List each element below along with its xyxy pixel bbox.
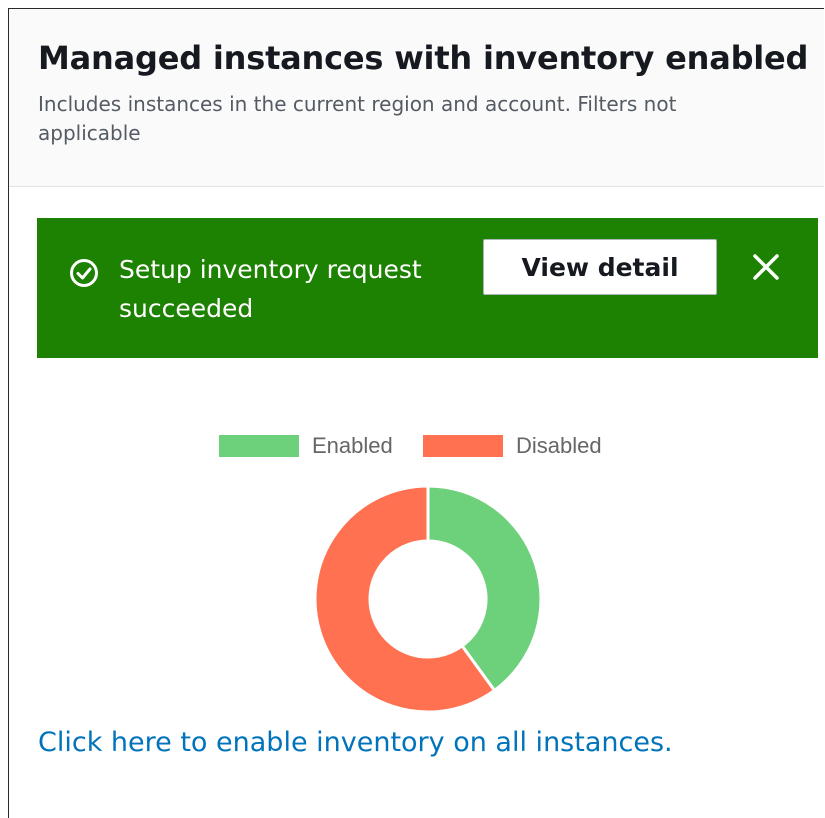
flash-message: Setup inventory request succeeded — [119, 255, 422, 323]
legend-item-disabled[interactable]: Disabled — [423, 433, 602, 459]
legend-label-disabled: Disabled — [516, 433, 602, 458]
close-icon[interactable] — [747, 248, 785, 286]
chart-legend: Enabled Disabled — [9, 433, 824, 459]
panel-header: Managed instances with inventory enabled… — [9, 9, 824, 187]
inventory-panel: Managed instances with inventory enabled… — [8, 8, 824, 818]
legend-label-enabled: Enabled — [312, 433, 393, 458]
success-flash-banner: Setup inventory request succeeded View d… — [37, 218, 818, 358]
inventory-donut-chart — [313, 484, 543, 714]
legend-item-enabled[interactable]: Enabled — [219, 433, 393, 459]
view-detail-button[interactable]: View detail — [483, 239, 717, 295]
panel-description: Includes instances in the current region… — [38, 92, 677, 145]
panel-title: Managed instances with inventory enabled — [38, 39, 809, 77]
legend-swatch-enabled — [219, 435, 299, 457]
enable-inventory-link[interactable]: Click here to enable inventory on all in… — [38, 727, 673, 758]
legend-swatch-disabled — [423, 435, 503, 457]
check-circle-icon — [70, 259, 98, 287]
